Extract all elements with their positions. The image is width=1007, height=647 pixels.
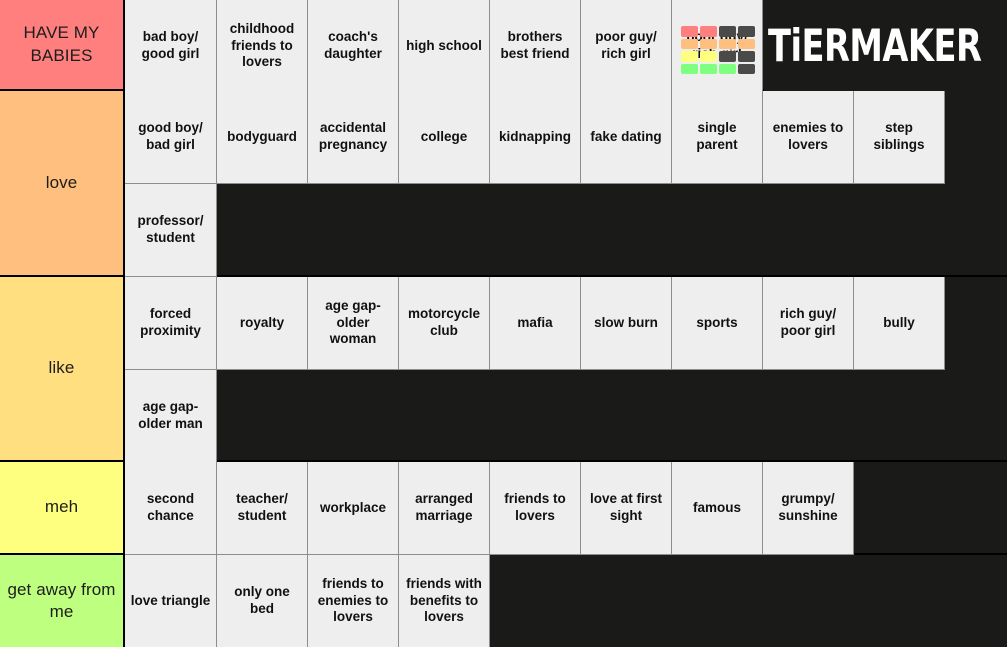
tier-item[interactable]: only one bed — [217, 555, 308, 647]
tier-label[interactable]: love — [0, 91, 125, 275]
tier-item[interactable]: second chance — [125, 462, 217, 555]
tier-row: like forced proximity royalty age gap- olde… — [0, 277, 1007, 463]
tier-item[interactable]: accidental pregnancy — [308, 91, 399, 184]
tier-item[interactable]: forced proximity — [125, 277, 217, 370]
tier-item[interactable]: slow burn — [581, 277, 672, 370]
tier-item[interactable]: college — [399, 91, 490, 184]
tier-item[interactable]: teacher/ student — [217, 462, 308, 555]
tier-items: bad boy/ good girl childhood friends to l… — [125, 0, 1007, 93]
tier-item[interactable]: age gap- older man — [125, 370, 217, 463]
tier-item[interactable]: sports — [672, 277, 763, 370]
tier-item[interactable]: grumpy/ sunshine — [763, 462, 854, 555]
tier-list-board: HAVE MY BABIES bad boy/ good girl childhoo… — [0, 0, 1007, 647]
tier-item[interactable]: poor guy/ rich girl — [581, 0, 672, 93]
tier-row: love good boy/ bad girl bodyguard accidenta… — [0, 91, 1007, 277]
tier-item[interactable]: workplace — [308, 462, 399, 555]
tier-item[interactable]: arranged marriage — [399, 462, 490, 555]
tier-item[interactable]: good boy/ bad girl — [125, 91, 217, 184]
tier-item[interactable]: poor guy/ rich girl — [672, 0, 763, 93]
tier-rows-container: HAVE MY BABIES bad boy/ good girl childhoo… — [0, 0, 1007, 647]
tier-item[interactable]: bully — [854, 277, 945, 370]
tier-item[interactable]: famous — [672, 462, 763, 555]
tier-item[interactable]: enemies to lovers — [763, 91, 854, 184]
tier-item[interactable]: bad boy/ good girl — [125, 0, 217, 93]
tier-item[interactable]: step siblings — [854, 91, 945, 184]
tier-label[interactable]: like — [0, 277, 125, 460]
tier-item[interactable]: royalty — [217, 277, 308, 370]
tier-item[interactable]: brothers best friend — [490, 0, 581, 93]
tier-row: get away from me love triangle only one be… — [0, 555, 1007, 647]
tier-items: second chance teacher/ student workplace ar… — [125, 462, 1007, 555]
tier-item[interactable]: friends with benefits to lovers — [399, 555, 490, 647]
tier-label[interactable]: meh — [0, 462, 125, 553]
tier-item[interactable]: high school — [399, 0, 490, 93]
tier-item[interactable]: kidnapping — [490, 91, 581, 184]
tier-label[interactable]: get away from me — [0, 555, 125, 647]
tier-items: good boy/ bad girl bodyguard accidental pr… — [125, 91, 1007, 277]
tier-item[interactable]: childhood friends to lovers — [217, 0, 308, 93]
tier-item[interactable]: professor/ student — [125, 184, 217, 277]
tier-label[interactable]: HAVE MY BABIES — [0, 0, 125, 89]
tier-row: HAVE MY BABIES bad boy/ good girl childhoo… — [0, 0, 1007, 93]
tier-items: love triangle only one bed friends to enem… — [125, 555, 1007, 647]
tier-item[interactable]: age gap- older woman — [308, 277, 399, 370]
tier-item[interactable]: bodyguard — [217, 91, 308, 184]
tier-item[interactable]: motorcycle club — [399, 277, 490, 370]
tier-item[interactable]: single parent — [672, 91, 763, 184]
tier-item[interactable]: friends to lovers — [490, 462, 581, 555]
tier-item[interactable]: love triangle — [125, 555, 217, 647]
tier-item[interactable]: mafia — [490, 277, 581, 370]
tier-item[interactable]: friends to enemies to lovers — [308, 555, 399, 647]
tier-items: forced proximity royalty age gap- older wo… — [125, 277, 1007, 463]
tier-item[interactable]: rich guy/ poor girl — [763, 277, 854, 370]
tier-item[interactable]: love at first sight — [581, 462, 672, 555]
tier-item[interactable]: coach's daughter — [308, 0, 399, 93]
tier-item[interactable]: fake dating — [581, 91, 672, 184]
tier-row: meh second chance teacher/ student workplac… — [0, 462, 1007, 555]
